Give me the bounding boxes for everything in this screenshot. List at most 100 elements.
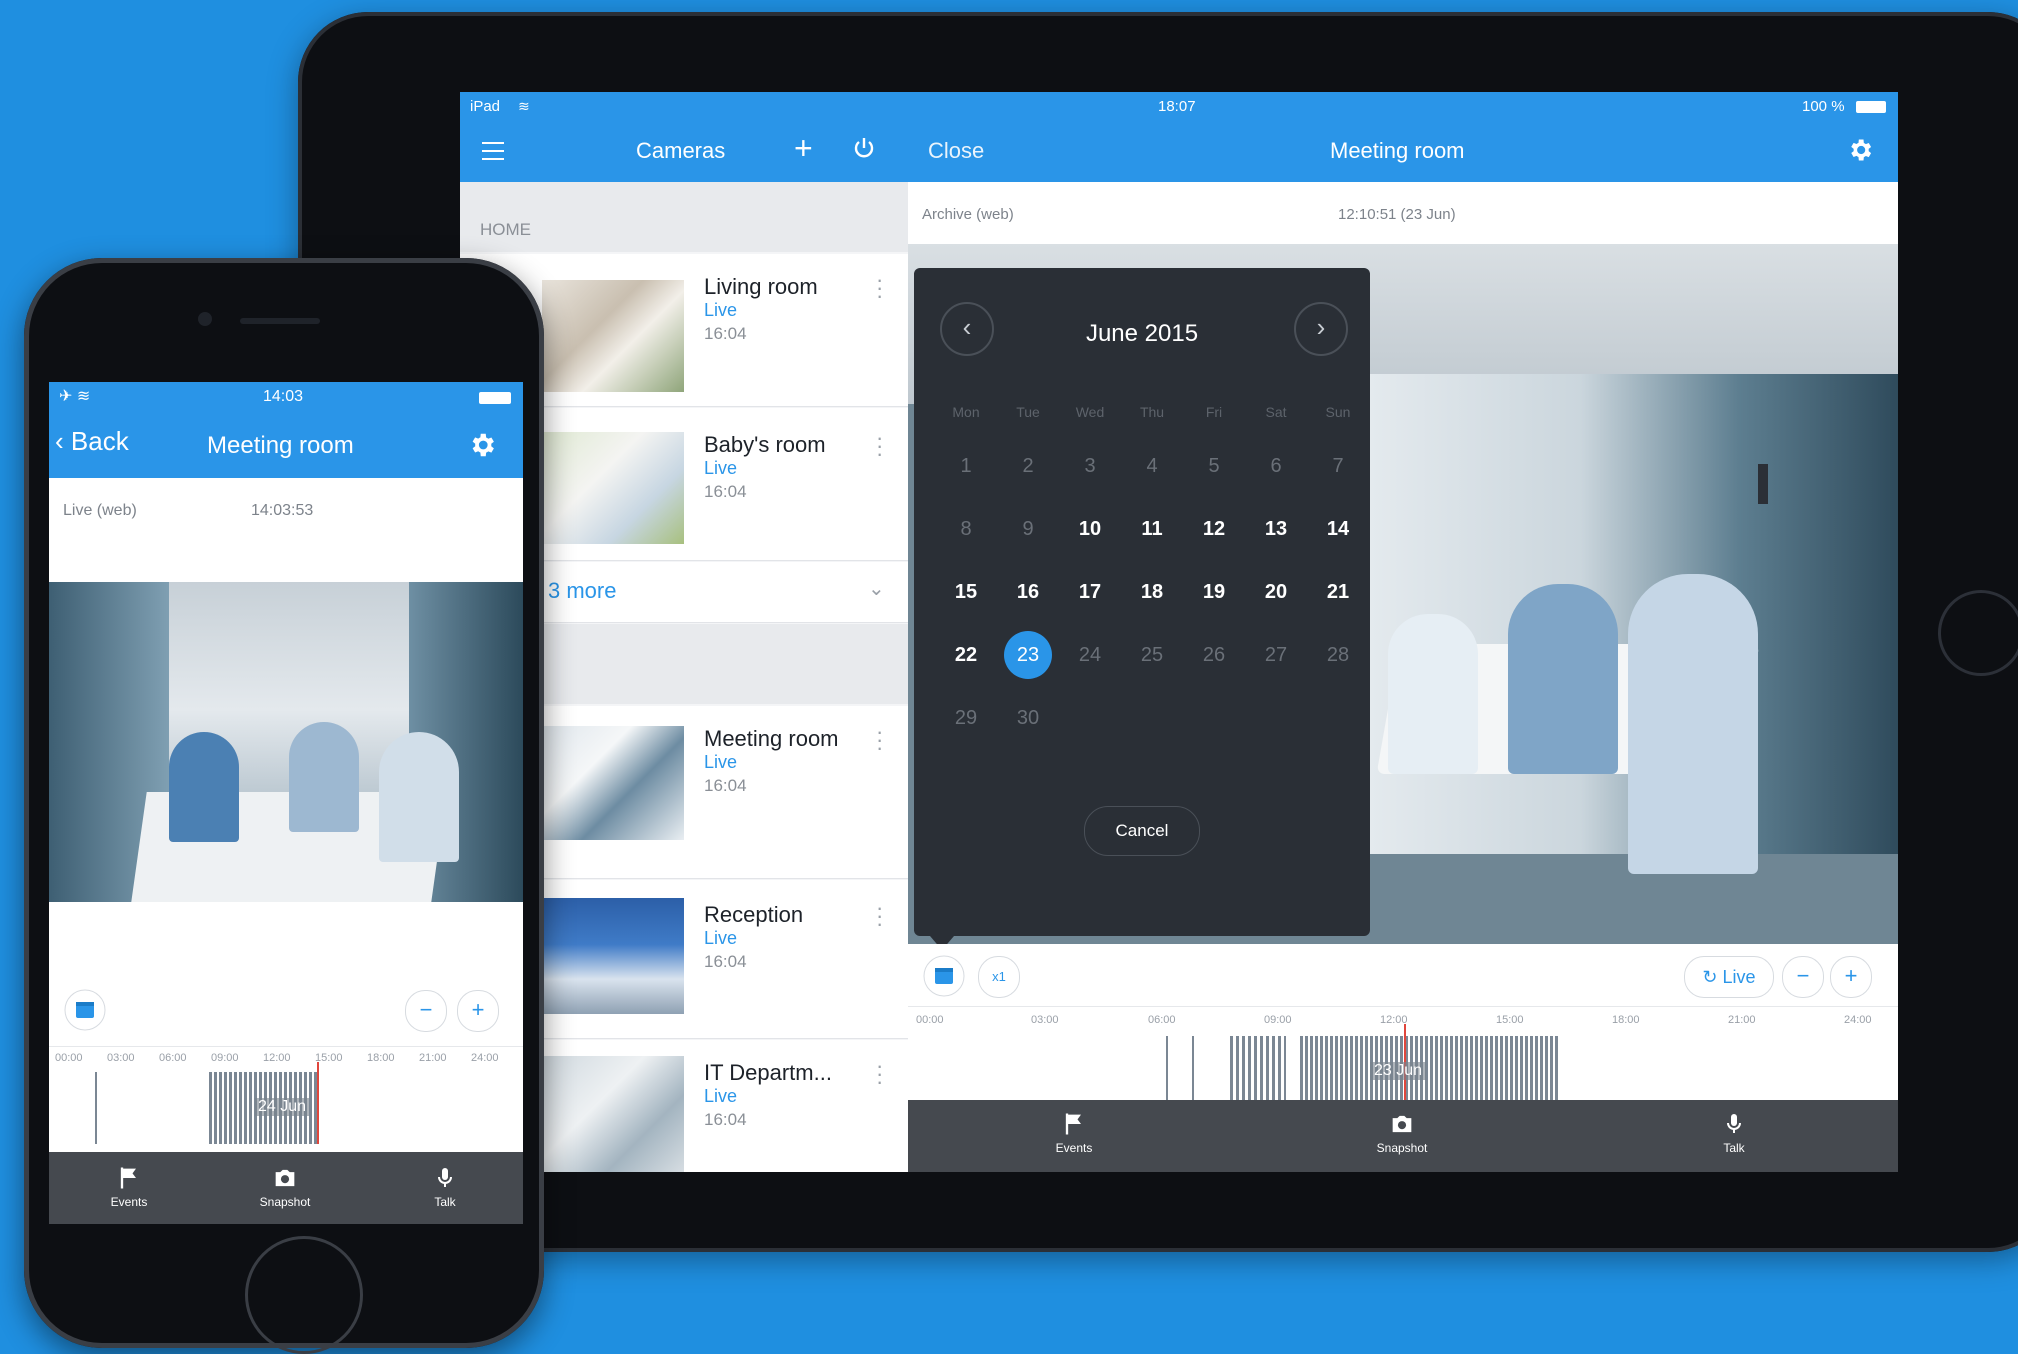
ipad-status-device: iPad	[470, 98, 501, 115]
calendar-day[interactable]: 4	[1128, 442, 1176, 490]
flag-icon	[79, 1164, 179, 1195]
video-player[interactable]	[49, 582, 523, 902]
timeline-ruler	[49, 1046, 523, 1047]
zoom-in-button[interactable]: +	[457, 990, 499, 1032]
tab-snapshot-label: Snapshot	[259, 1195, 311, 1209]
tab-events-label: Events	[110, 1195, 148, 1209]
calendar-day[interactable]: 2	[1004, 442, 1052, 490]
zoom-out-button[interactable]: −	[405, 990, 447, 1032]
calendar-day[interactable]: 15	[942, 568, 990, 616]
calendar-day[interactable]: 11	[1128, 505, 1176, 553]
calendar-day[interactable]: 17	[1066, 568, 1114, 616]
calendar-day-selected[interactable]: 23	[1004, 631, 1052, 679]
weekday-label: Fri	[1205, 404, 1223, 420]
stream-timestamp: 12:10:51 (23 Jun)	[1338, 206, 1456, 223]
calendar-day[interactable]: 21	[1314, 568, 1362, 616]
calendar-day[interactable]: 22	[942, 631, 990, 679]
iphone-speaker	[240, 318, 320, 324]
calendar-day[interactable]: 14	[1314, 505, 1362, 553]
cancel-button[interactable]: Cancel	[1084, 806, 1200, 856]
more-vertical-icon[interactable]: · · ·	[876, 269, 883, 307]
ipad-bottom-toolbar: Events Snapshot Talk	[908, 1100, 1898, 1172]
timeline-tick: 09:00	[211, 1052, 239, 1064]
next-month-button[interactable]: ›	[1294, 302, 1348, 356]
tab-talk-label: Talk	[434, 1195, 456, 1209]
calendar-day[interactable]: 20	[1252, 568, 1300, 616]
more-vertical-icon[interactable]: · · ·	[876, 721, 883, 759]
tab-talk[interactable]: Talk	[395, 1164, 495, 1209]
weekday-label: Sat	[1265, 404, 1287, 420]
camera-view-title: Meeting room	[1330, 138, 1465, 163]
iphone-title: Meeting room	[207, 432, 354, 459]
calendar-day[interactable]: 6	[1252, 442, 1300, 490]
more-vertical-icon[interactable]: · · ·	[876, 1055, 883, 1093]
camera-view-nav-bar	[908, 92, 1898, 182]
gear-icon[interactable]	[1846, 136, 1874, 169]
calendar-day[interactable]: 19	[1190, 568, 1238, 616]
tab-events[interactable]: Events	[1024, 1110, 1124, 1155]
stream-mode: Live (web)	[63, 502, 137, 519]
timeline-tick: 00:00	[916, 1014, 944, 1026]
calendar-day[interactable]: 3	[1066, 442, 1114, 490]
close-button[interactable]: Close	[928, 138, 984, 164]
camera-time: 16:04	[704, 776, 747, 795]
weekday-label: Wed	[1075, 404, 1105, 420]
go-live-button[interactable]: ↻ Live	[1684, 956, 1774, 998]
more-vertical-icon[interactable]: · · ·	[876, 897, 883, 935]
calendar-day[interactable]: 5	[1190, 442, 1238, 490]
back-button[interactable]: ‹ Back	[55, 426, 129, 457]
timeline-tick: 18:00	[1612, 1014, 1640, 1026]
calendar-day[interactable]: 29	[942, 694, 990, 742]
calendar-day[interactable]: 12	[1190, 505, 1238, 553]
timeline-tick: 15:00	[1496, 1014, 1524, 1026]
timeline-tick: 00:00	[55, 1052, 83, 1064]
zoom-out-button[interactable]: −	[1782, 956, 1824, 998]
calendar-day[interactable]: 13	[1252, 505, 1300, 553]
timeline-tick: 24:00	[471, 1052, 499, 1064]
calendar-day[interactable]: 27	[1252, 631, 1300, 679]
camera-name: Reception	[704, 902, 804, 927]
tab-events[interactable]: Events	[79, 1164, 179, 1209]
calendar-day[interactable]: 18	[1128, 568, 1176, 616]
timeline-date-label: 24 Jun	[255, 1098, 310, 1116]
playhead-marker[interactable]	[317, 1062, 319, 1144]
calendar-day[interactable]: 24	[1066, 631, 1114, 679]
timeline-tick: 21:00	[419, 1052, 447, 1064]
zoom-in-button[interactable]: +	[1830, 956, 1872, 998]
tab-talk[interactable]: Talk	[1684, 1110, 1784, 1155]
camera-status: Live	[704, 300, 738, 320]
tab-events-label: Events	[1055, 1141, 1093, 1155]
weekday-label: Mon	[952, 404, 980, 420]
calendar-day[interactable]: 10	[1066, 505, 1114, 553]
more-vertical-icon[interactable]: · · ·	[876, 427, 883, 465]
iphone-home-button[interactable]	[245, 1236, 363, 1354]
camera-status: Live	[704, 458, 738, 478]
calendar-day[interactable]: 9	[1004, 505, 1052, 553]
calendar-day[interactable]: 28	[1314, 631, 1362, 679]
camera-time: 16:04	[704, 324, 747, 343]
calendar-day[interactable]: 30	[1004, 694, 1052, 742]
tab-snapshot[interactable]: Snapshot	[235, 1164, 335, 1209]
calendar-day[interactable]: 8	[942, 505, 990, 553]
calendar-day[interactable]: 25	[1128, 631, 1176, 679]
calendar-day[interactable]: 26	[1190, 631, 1238, 679]
plus-icon[interactable]: +	[794, 130, 813, 167]
calendar-icon[interactable]	[63, 988, 107, 1032]
recording-segment	[1230, 1036, 1286, 1108]
ipad-status-battery: 100 %	[1802, 98, 1845, 115]
timeline-ruler	[908, 1006, 1898, 1007]
calendar-day[interactable]: 1	[942, 442, 990, 490]
tab-snapshot[interactable]: Snapshot	[1352, 1110, 1452, 1155]
calendar-day[interactable]: 7	[1314, 442, 1362, 490]
ipad-home-button[interactable]	[1938, 590, 2018, 676]
tab-talk-label: Talk	[1723, 1141, 1745, 1155]
battery-icon	[1856, 101, 1886, 113]
gear-icon[interactable]	[467, 430, 497, 465]
calendar-day[interactable]: 16	[1004, 568, 1052, 616]
power-icon[interactable]	[852, 136, 876, 165]
hamburger-icon[interactable]	[482, 142, 504, 160]
prev-month-button[interactable]: ‹	[940, 302, 994, 356]
playback-speed-button[interactable]: x1	[978, 956, 1020, 998]
calendar-icon[interactable]	[922, 954, 966, 998]
weekday-label: Thu	[1139, 404, 1165, 420]
